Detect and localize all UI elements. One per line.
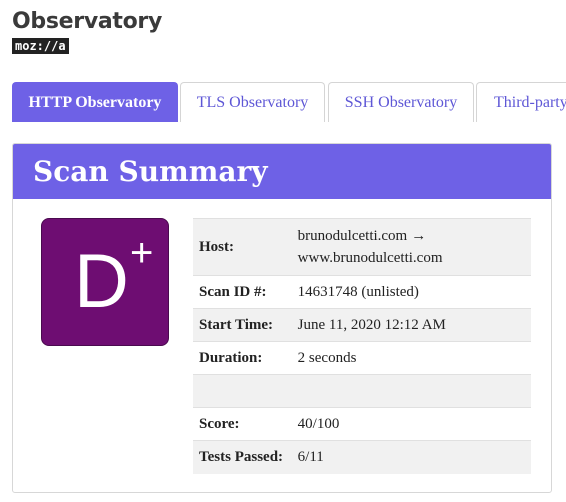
observatory-tabs: HTTP Observatory TLS Observatory SSH Obs…: [12, 82, 566, 124]
table-row: Scan ID #: 14631748 (unlisted): [193, 275, 531, 309]
tab-http-observatory[interactable]: HTTP Observatory: [12, 82, 178, 122]
tests-passed-value: 6/11: [291, 440, 531, 474]
table-row: Duration: 2 seconds: [193, 341, 531, 375]
start-time-label: Start Time:: [193, 308, 292, 342]
start-time-value: June 11, 2020 12:12 AM: [291, 308, 531, 342]
redirect-arrow-icon: →: [411, 228, 427, 244]
app-title: Observatory: [12, 9, 163, 34]
duration-value: 2 seconds: [291, 341, 531, 375]
host-label: Host:: [193, 218, 292, 276]
scan-summary-heading: Scan Summary: [13, 144, 551, 199]
tab-third-party[interactable]: Third-party: [476, 82, 566, 122]
table-row: Start Time: June 11, 2020 12:12 AM: [193, 308, 531, 342]
tests-passed-label: Tests Passed:: [193, 440, 292, 474]
score-value: 40/100: [291, 407, 531, 441]
grade-modifier: +: [130, 231, 154, 275]
host-value: brunodulcetti.com → www.brunodulcetti.com: [291, 218, 531, 276]
grade-letter: D: [74, 239, 129, 324]
grade-badge: D +: [41, 218, 169, 346]
scan-summary-panel: Scan Summary D + Host: brunodulcetti.com…: [12, 143, 552, 493]
scan-id-value: 14631748 (unlisted): [291, 275, 531, 309]
table-row: Tests Passed: 6/11: [193, 440, 531, 474]
duration-label: Duration:: [193, 341, 292, 375]
mozilla-logo[interactable]: moz://a: [12, 38, 69, 54]
tab-tls-observatory[interactable]: TLS Observatory: [180, 82, 325, 122]
brand: Observatory moz://a: [12, 8, 162, 55]
scan-id-label: Scan ID #:: [193, 275, 292, 309]
scan-summary-table: Host: brunodulcetti.com → www.brunodulcet…: [193, 218, 531, 474]
host-redirect[interactable]: www.brunodulcetti.com: [298, 250, 443, 266]
table-row: Score: 40/100: [193, 407, 531, 441]
host-name[interactable]: brunodulcetti.com: [298, 228, 408, 244]
score-label: Score:: [193, 407, 292, 441]
table-row-empty: [193, 374, 531, 408]
table-row: Host: brunodulcetti.com → www.brunodulcet…: [193, 218, 531, 276]
tab-ssh-observatory[interactable]: SSH Observatory: [328, 82, 474, 122]
